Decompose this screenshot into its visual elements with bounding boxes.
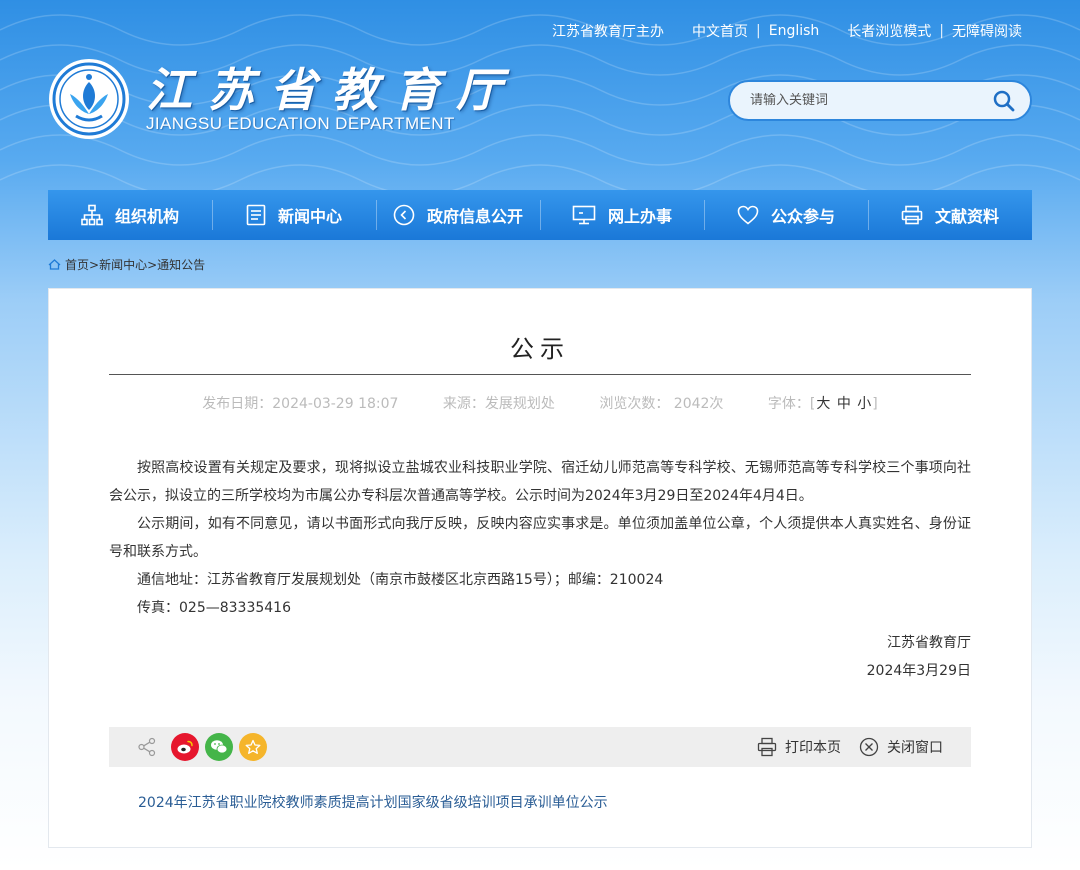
weibo-share-button[interactable]: [171, 733, 199, 761]
search-icon: [993, 90, 1015, 111]
page-tools: 打印本页 关闭窗口: [739, 737, 943, 757]
font-size-medium[interactable]: 中: [837, 396, 851, 412]
department-emblem-icon[interactable]: [48, 58, 130, 140]
monitor-icon: [572, 205, 596, 225]
breadcrumb-news-link[interactable]: 新闻中心: [99, 256, 147, 273]
view-count: 浏览次数： 2042次: [599, 396, 724, 412]
paragraph: 传真：025—83335416: [137, 600, 291, 616]
document-icon: [246, 204, 266, 226]
search-input[interactable]: [750, 93, 990, 108]
star-icon: [245, 739, 261, 754]
paragraph: 公示期间，如有不同意见，请以书面形式向我厅反映，反映内容应实事求是。单位须加盖单…: [109, 516, 971, 560]
english-link[interactable]: English: [769, 23, 820, 39]
related-article-link[interactable]: 2024年江苏省职业院校教师素质提高计划国家级省级培训项目承训单位公示: [138, 792, 608, 812]
signature-block: 江苏省教育厅 2024年3月29日: [867, 629, 971, 685]
nav-item-news[interactable]: 新闻中心: [212, 190, 376, 240]
share-icon[interactable]: [137, 737, 157, 757]
close-label: 关闭窗口: [887, 740, 943, 756]
wechat-icon: [211, 740, 228, 754]
wechat-share-button[interactable]: [205, 733, 233, 761]
separator: |: [939, 23, 944, 39]
article-title: 公示: [510, 335, 570, 363]
font-size-large[interactable]: 大: [816, 396, 830, 412]
breadcrumb: 首页 > 新闻中心 > 通知公告: [48, 256, 205, 273]
nav-label: 文献资料: [934, 207, 999, 226]
share-bar: 打印本页 关闭窗口: [109, 727, 971, 767]
top-links-bar: 江苏省教育厅主办 中文首页 | English 长者浏览模式 | 无障碍阅读: [552, 21, 1022, 41]
breadcrumb-home-link[interactable]: 首页: [65, 256, 89, 273]
close-circle-icon: [859, 737, 879, 757]
nav-item-public-participation[interactable]: 公众参与: [704, 190, 868, 240]
nav-item-gov-info[interactable]: 政府信息公开: [376, 190, 540, 240]
article-body: 按照高校设置有关规定及要求，现将拟设立盐城农业科技职业学院、宿迁幼儿师范高等专科…: [109, 454, 971, 622]
printer-icon: [901, 205, 923, 225]
article-source: 来源：发展规划处: [442, 396, 555, 412]
home-icon: [48, 259, 61, 270]
title-divider: [109, 374, 971, 375]
chinese-home-link[interactable]: 中文首页: [692, 21, 748, 41]
article-meta: 发布日期：2024-03-29 18:07 来源：发展规划处 浏览次数： 204…: [49, 393, 1031, 413]
font-size-close: ]: [872, 396, 878, 412]
organizer-text: 江苏省教育厅主办: [552, 24, 664, 40]
breadcrumb-separator: >: [147, 257, 158, 272]
search-box: [728, 80, 1032, 121]
nav-label: 政府信息公开: [426, 207, 523, 226]
breadcrumb-separator: >: [89, 257, 100, 272]
search-button[interactable]: [990, 87, 1018, 115]
nav-item-online-services[interactable]: 网上办事: [540, 190, 704, 240]
printer-icon: [757, 737, 777, 757]
nav-label: 网上办事: [607, 207, 672, 226]
weibo-icon: [177, 740, 193, 754]
font-size-switcher: 字体：[大 中 小]: [768, 396, 878, 412]
font-size-label: 字体：[: [767, 396, 816, 412]
breadcrumb-current[interactable]: 通知公告: [157, 256, 205, 273]
share-icons: [137, 733, 267, 761]
nav-label: 公众参与: [770, 207, 835, 226]
nav-item-organization[interactable]: 组织机构: [48, 190, 212, 240]
print-label: 打印本页: [785, 740, 841, 756]
signature-org: 江苏省教育厅: [887, 635, 971, 651]
paragraph: 通信地址：江苏省教育厅发展规划处（南京市鼓楼区北京西路15号）；邮编：21002…: [137, 572, 664, 588]
paragraph: 按照高校设置有关规定及要求，现将拟设立盐城农业科技职业学院、宿迁幼儿师范高等专科…: [109, 460, 971, 504]
accessible-reading-link[interactable]: 无障碍阅读: [952, 21, 1022, 41]
logo-chinese-title[interactable]: 江苏省教育厅: [146, 54, 518, 120]
heart-icon: [737, 205, 759, 225]
separator: |: [756, 23, 761, 39]
article-card: 公示 发布日期：2024-03-29 18:07 来源：发展规划处 浏览次数： …: [48, 288, 1032, 848]
close-window-button[interactable]: 关闭窗口: [859, 737, 943, 757]
favorite-share-button[interactable]: [239, 733, 267, 761]
font-size-small[interactable]: 小: [857, 396, 871, 412]
play-circle-icon: [393, 204, 415, 226]
nav-label: 新闻中心: [277, 207, 342, 226]
signature-date: 2024年3月29日: [866, 663, 971, 679]
main-nav: 组织机构 新闻中心 政府信息公开 网上办事 公众参与 文献资料: [48, 190, 1032, 240]
nav-item-documents[interactable]: 文献资料: [868, 190, 1032, 240]
print-page-button[interactable]: 打印本页: [757, 737, 841, 757]
publish-date: 发布日期：2024-03-29 18:07: [202, 396, 399, 412]
elder-mode-link[interactable]: 长者浏览模式: [847, 21, 931, 41]
org-chart-icon: [81, 204, 103, 226]
logo-english-title[interactable]: JIANGSU EDUCATION DEPARTMENT: [146, 114, 455, 134]
nav-label: 组织机构: [114, 207, 179, 226]
